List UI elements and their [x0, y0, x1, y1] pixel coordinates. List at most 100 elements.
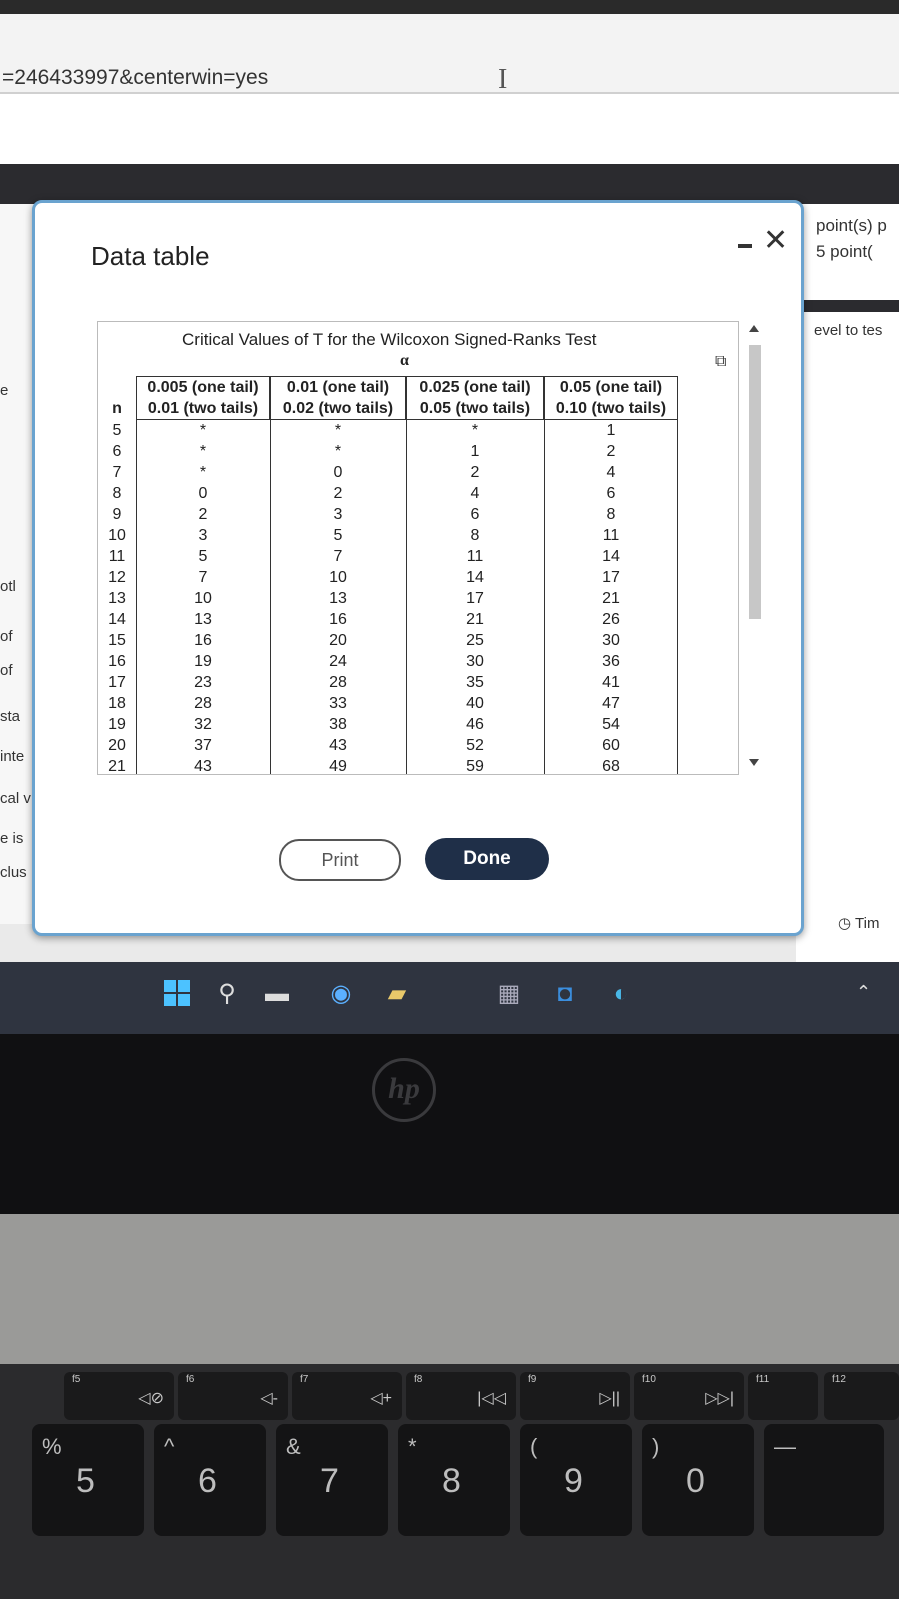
critical-value-cell: 33: [329, 695, 347, 712]
key-9[interactable]: (9: [520, 1424, 632, 1536]
key-minus[interactable]: —: [764, 1424, 884, 1536]
critical-value-cell: 3: [198, 527, 208, 544]
bg-left-text: of: [0, 628, 13, 645]
critical-value-cell: 19: [194, 653, 212, 670]
f8-key[interactable]: f8 |◁◁: [406, 1372, 516, 1420]
n-cell: 11: [108, 548, 126, 565]
print-button[interactable]: Print: [279, 839, 401, 881]
f11-key[interactable]: f11: [748, 1372, 818, 1420]
calculator-icon[interactable]: ▦: [494, 978, 524, 1010]
background-right-panel: point(s) p 5 point( evel to tes: [796, 204, 899, 1034]
fn-label: f12: [832, 1374, 846, 1385]
scroll-down-icon[interactable]: [749, 759, 759, 766]
n-cell: 7: [112, 464, 122, 481]
minimize-button[interactable]: [735, 233, 757, 257]
key-8[interactable]: * 8: [398, 1424, 510, 1536]
fn-label: f8: [414, 1374, 423, 1385]
outlook-icon[interactable]: ◘: [550, 978, 580, 1010]
critical-value-cell: 28: [329, 674, 347, 691]
fn-label: f5: [72, 1374, 81, 1385]
table-body: 5 * * * 1 6 * * 1 2 7 * 0 2 4 8 0 2 4 6 9 2 3 6 8 10 3 5 8 11 11 5 7 11 14…: [98, 420, 738, 775]
alpha-symbol: α: [400, 352, 409, 369]
data-table-dialog: Data table ✕ Critical Values of T for th…: [32, 200, 804, 936]
column-header-line: 0.025 (one tail): [419, 379, 531, 396]
fn-label: f9: [528, 1374, 537, 1385]
fn-label: f11: [756, 1374, 770, 1385]
timer[interactable]: ◷ Tim: [838, 914, 879, 932]
mute-icon: ◁⊘: [138, 1390, 164, 1407]
bg-left-text: cal v: [0, 790, 31, 807]
bg-left-text: e: [0, 382, 9, 399]
critical-value-cell: 2: [606, 443, 616, 460]
windows-start-icon[interactable]: [164, 980, 190, 1006]
folder-icon[interactable]: ▰: [382, 978, 412, 1010]
bg-left-text: otl: [0, 578, 16, 595]
key-number: 7: [320, 1462, 339, 1500]
key-symbol: ): [652, 1434, 660, 1459]
f12-key[interactable]: f12: [824, 1372, 899, 1420]
column-header-line: 0.01 (one tail): [286, 379, 390, 396]
fn-label: f6: [186, 1374, 195, 1385]
scroll-thumb[interactable]: [749, 345, 761, 619]
column-header-line: 0.02 (two tails): [282, 400, 394, 417]
key-number: 0: [686, 1462, 705, 1500]
key-5[interactable]: % 5: [32, 1424, 144, 1536]
critical-value-cell: 47: [602, 695, 620, 712]
close-button[interactable]: ✕: [763, 221, 788, 261]
key-7[interactable]: & 7: [276, 1424, 388, 1536]
column-header-line: 0.10 (two tails): [555, 400, 667, 417]
critical-value-cell: 2: [198, 506, 208, 523]
file-explorer-icon[interactable]: ▬: [262, 978, 292, 1010]
url-text[interactable]: =246433997&centerwin=yes: [2, 66, 268, 90]
critical-value-cell: *: [199, 443, 207, 460]
critical-value-cell: 40: [466, 695, 484, 712]
table-row: 6 * * 1 2: [98, 441, 738, 462]
critical-value-cell: 49: [329, 758, 347, 775]
table-row: 15 16 20 25 30: [98, 630, 738, 651]
f5-key[interactable]: f5 ◁⊘: [64, 1372, 174, 1420]
address-bar[interactable]: =246433997&centerwin=yes I: [0, 14, 899, 95]
done-button[interactable]: Done: [425, 838, 549, 880]
critical-value-cell: 10: [329, 569, 347, 586]
critical-value-cell: 20: [329, 632, 347, 649]
critical-value-cell: 36: [602, 653, 620, 670]
critical-value-cell: 4: [606, 464, 616, 481]
f10-key[interactable]: f10 ▷▷|: [634, 1372, 744, 1420]
f9-key[interactable]: f9 ▷||: [520, 1372, 630, 1420]
n-column-header: n: [112, 400, 122, 417]
bg-left-text: e is: [0, 830, 24, 847]
hp-logo: hp: [372, 1058, 436, 1122]
n-cell: 6: [112, 443, 122, 460]
critical-value-cell: *: [199, 422, 207, 439]
column-header-line: 0.05 (two tails): [419, 400, 531, 417]
critical-value-cell: 8: [606, 506, 616, 523]
critical-value-cell: 30: [466, 653, 484, 670]
column-header-line: 0.005 (one tail): [147, 379, 259, 396]
column-header-line: 0.01 (two tails): [147, 400, 259, 417]
points-text: 5 point(: [816, 242, 873, 261]
table-row: 19 32 38 46 54: [98, 714, 738, 735]
expand-icon[interactable]: ⧉: [715, 353, 726, 371]
app-header-band: [0, 164, 899, 204]
key-0[interactable]: ) 0: [642, 1424, 754, 1536]
scroll-up-icon[interactable]: [749, 325, 759, 332]
bg-left-text: sta: [0, 708, 21, 725]
f7-key[interactable]: f7 ◁+: [292, 1372, 402, 1420]
keyboard: f5 ◁⊘ f6 ◁- f7 ◁+ f8 |◁◁ f9 ▷|| f10 ▷▷| f11 f1…: [0, 1364, 899, 1599]
critical-value-cell: 4: [470, 485, 480, 502]
chevron-up-icon[interactable]: ⌃: [856, 982, 871, 1003]
edge-icon[interactable]: ◐: [606, 978, 636, 1010]
n-cell: 16: [108, 653, 126, 670]
table-scrollbar[interactable]: [747, 325, 763, 773]
critical-value-cell: 21: [602, 590, 620, 607]
key-number: 9: [564, 1462, 583, 1500]
n-cell: 8: [112, 485, 122, 502]
key-symbol: (: [530, 1434, 538, 1459]
key-6[interactable]: ^ 6: [154, 1424, 266, 1536]
critical-value-cell: 17: [602, 569, 620, 586]
critical-value-cell: 30: [602, 632, 620, 649]
chrome-icon[interactable]: ◉: [326, 978, 356, 1010]
search-icon[interactable]: ⚲: [212, 978, 242, 1010]
critical-value-cell: 1: [606, 422, 616, 439]
f6-key[interactable]: f6 ◁-: [178, 1372, 288, 1420]
